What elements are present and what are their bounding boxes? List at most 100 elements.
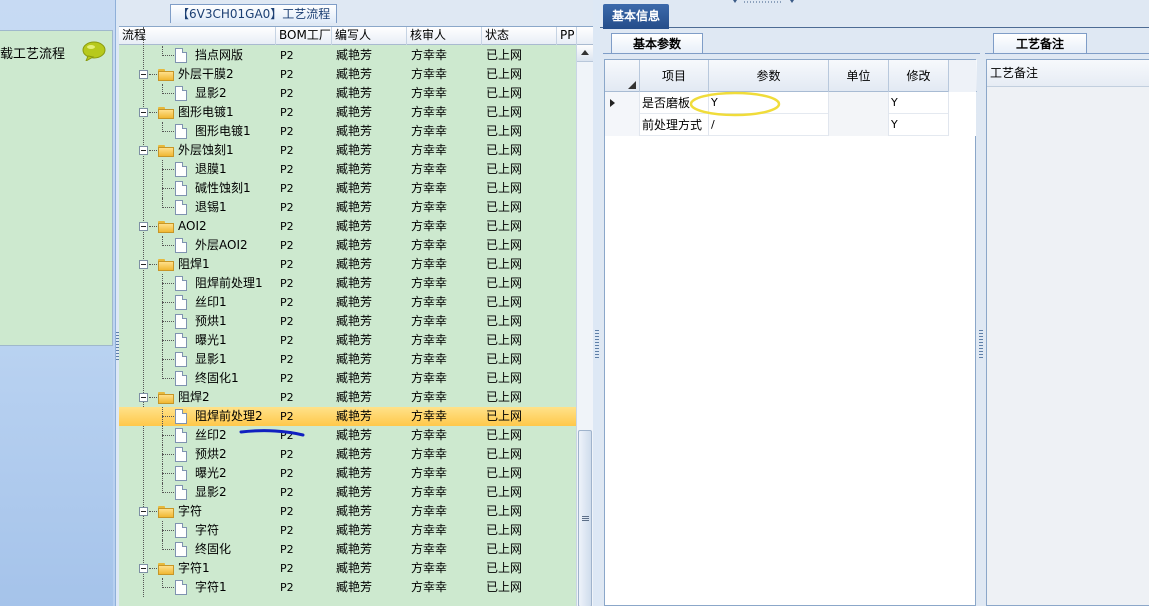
tree-row[interactable]: 终固化1 P2 臧艳芳 方幸幸 已上网: [119, 369, 576, 388]
collapse-toggle-icon[interactable]: [139, 393, 148, 402]
column-header-item[interactable]: 项目: [640, 60, 709, 92]
process-notes-box[interactable]: 工艺备注: [986, 59, 1149, 606]
column-header-pp[interactable]: PP: [557, 27, 577, 45]
tree-row[interactable]: 预烘1 P2 臧艳芳 方幸幸 已上网: [119, 312, 576, 331]
tree-row[interactable]: 曝光2 P2 臧艳芳 方幸幸 已上网: [119, 464, 576, 483]
params-row[interactable]: 前处理方式 / Y: [605, 114, 977, 136]
tree-row[interactable]: 阻焊1 P2 臧艳芳 方幸幸 已上网: [119, 255, 576, 274]
tree-node[interactable]: 退锡1: [119, 198, 276, 217]
tree-row[interactable]: 图形电镀1 P2 臧艳芳 方幸幸 已上网: [119, 122, 576, 141]
tab-process-notes[interactable]: 工艺备注: [993, 33, 1087, 54]
column-header-writer[interactable]: 编写人: [332, 27, 407, 45]
tree-node[interactable]: 曝光1: [119, 331, 276, 350]
tree-node[interactable]: 阻焊1: [119, 255, 276, 274]
tree-node[interactable]: 字符1: [119, 578, 276, 597]
tree-node[interactable]: 预烘1: [119, 312, 276, 331]
column-header-modify[interactable]: 修改: [889, 60, 949, 92]
tree-node[interactable]: 碱性蚀刻1: [119, 179, 276, 198]
tree-node[interactable]: 外层AOI2: [119, 236, 276, 255]
column-header-bom[interactable]: BOM工厂: [276, 27, 332, 45]
tree-row[interactable]: 外层AOI2 P2 臧艳芳 方幸幸 已上网: [119, 236, 576, 255]
tree-row[interactable]: 外层蚀刻1 P2 臧艳芳 方幸幸 已上网: [119, 141, 576, 160]
tree-row[interactable]: 显影2 P2 臧艳芳 方幸幸 已上网: [119, 84, 576, 103]
row-selector[interactable]: [605, 114, 640, 136]
params-row[interactable]: 是否磨板 Y Y: [605, 92, 977, 114]
tree-row[interactable]: 字符1 P2 臧艳芳 方幸幸 已上网: [119, 559, 576, 578]
collapse-toggle-icon[interactable]: [139, 70, 148, 79]
row-selector[interactable]: [605, 92, 640, 114]
tree-node[interactable]: 外层干膜2: [119, 65, 276, 84]
tree-node[interactable]: 预烘2: [119, 445, 276, 464]
top-collapse-grip-icon[interactable]: [732, 0, 798, 4]
column-header-param[interactable]: 参数: [709, 60, 829, 92]
collapse-toggle-icon[interactable]: [139, 222, 148, 231]
splitter-handle-right[interactable]: [979, 330, 983, 360]
collapse-toggle-icon[interactable]: [139, 260, 148, 269]
tree-row[interactable]: 阻焊2 P2 臧艳芳 方幸幸 已上网: [119, 388, 576, 407]
tree-vertical-scrollbar[interactable]: [576, 45, 593, 606]
tree-row[interactable]: 挡点网版 P2 臧艳芳 方幸幸 已上网: [119, 46, 576, 65]
tree-row[interactable]: 字符 P2 臧艳芳 方幸幸 已上网: [119, 521, 576, 540]
tree-row[interactable]: 阻焊前处理2 P2 臧艳芳 方幸幸 已上网: [119, 407, 576, 426]
tree-node[interactable]: 外层蚀刻1: [119, 141, 276, 160]
tree-node[interactable]: 显影2: [119, 84, 276, 103]
tree-row[interactable]: 预烘2 P2 臧艳芳 方幸幸 已上网: [119, 445, 576, 464]
tree-row[interactable]: 碱性蚀刻1 P2 臧艳芳 方幸幸 已上网: [119, 179, 576, 198]
tree-row[interactable]: 图形电镀1 P2 臧艳芳 方幸幸 已上网: [119, 103, 576, 122]
tree-node[interactable]: 曝光2: [119, 464, 276, 483]
tree-row[interactable]: 字符 P2 臧艳芳 方幸幸 已上网: [119, 502, 576, 521]
tree-node[interactable]: 终固化: [119, 540, 276, 559]
tree-row[interactable]: 丝印2 P2 臧艳芳 方幸幸 已上网: [119, 426, 576, 445]
collapse-toggle-icon[interactable]: [139, 146, 148, 155]
param-modify-cell[interactable]: Y: [889, 114, 949, 136]
tree-node[interactable]: 图形电镀1: [119, 122, 276, 141]
scroll-up-arrow-icon[interactable]: [577, 45, 593, 62]
load-process-link[interactable]: 载工艺流程: [0, 43, 65, 62]
tree-row[interactable]: 显影1 P2 臧艳芳 方幸幸 已上网: [119, 350, 576, 369]
scrollbar-thumb[interactable]: [578, 430, 592, 606]
column-header-status[interactable]: 状态: [482, 27, 557, 45]
tree-node[interactable]: 阻焊2: [119, 388, 276, 407]
speech-bubble-icon[interactable]: [82, 41, 106, 61]
param-unit-cell[interactable]: [829, 92, 889, 114]
tab-basic-info[interactable]: 基本信息: [603, 4, 669, 29]
collapse-toggle-icon[interactable]: [139, 564, 148, 573]
param-unit-cell[interactable]: [829, 114, 889, 136]
collapse-toggle-icon[interactable]: [139, 507, 148, 516]
tree-node[interactable]: 字符1: [119, 559, 276, 578]
tab-basic-params[interactable]: 基本参数: [611, 33, 703, 54]
tree-row[interactable]: 显影2 P2 臧艳芳 方幸幸 已上网: [119, 483, 576, 502]
tree-node[interactable]: 图形电镀1: [119, 103, 276, 122]
param-modify-cell[interactable]: Y: [889, 92, 949, 114]
bom-cell: P2: [280, 467, 294, 480]
tree-row[interactable]: AOI2 P2 臧艳芳 方幸幸 已上网: [119, 217, 576, 236]
tree-row[interactable]: 字符1 P2 臧艳芳 方幸幸 已上网: [119, 578, 576, 597]
tree-node[interactable]: 显影2: [119, 483, 276, 502]
tree-row[interactable]: 退锡1 P2 臧艳芳 方幸幸 已上网: [119, 198, 576, 217]
tree-row[interactable]: 终固化 P2 臧艳芳 方幸幸 已上网: [119, 540, 576, 559]
splitter-handle-middle[interactable]: [595, 330, 599, 360]
tree-node[interactable]: 丝印1: [119, 293, 276, 312]
tree-node[interactable]: 阻焊前处理1: [119, 274, 276, 293]
tree-node[interactable]: AOI2: [119, 217, 276, 236]
tree-connector: [162, 245, 174, 246]
tree-row[interactable]: 曝光1 P2 臧艳芳 方幸幸 已上网: [119, 331, 576, 350]
tree-node[interactable]: 阻焊前处理2: [119, 407, 276, 426]
column-header-unit[interactable]: 单位: [829, 60, 889, 92]
tree-row[interactable]: 退膜1 P2 臧艳芳 方幸幸 已上网: [119, 160, 576, 179]
tree-node[interactable]: 字符: [119, 502, 276, 521]
tree-row[interactable]: 丝印1 P2 臧艳芳 方幸幸 已上网: [119, 293, 576, 312]
column-header-reviewer[interactable]: 核审人: [407, 27, 482, 45]
process-tree-grid: 流程 BOM工厂 编写人 核审人 状态 PP 挡点网版 P2 臧艳芳 方幸幸 已上网 外层…: [119, 26, 593, 606]
writer-cell: 臧艳芳: [336, 504, 373, 518]
collapse-toggle-icon[interactable]: [139, 108, 148, 117]
tree-node[interactable]: 终固化1: [119, 369, 276, 388]
reviewer-cell: 方幸幸: [411, 219, 448, 233]
tree-row[interactable]: 外层干膜2 P2 臧艳芳 方幸幸 已上网: [119, 65, 576, 84]
tree-node[interactable]: 字符: [119, 521, 276, 540]
tree-row[interactable]: 阻焊前处理1 P2 臧艳芳 方幸幸 已上网: [119, 274, 576, 293]
tree-node[interactable]: 挡点网版: [119, 46, 276, 65]
tree-node[interactable]: 退膜1: [119, 160, 276, 179]
tree-node[interactable]: 显影1: [119, 350, 276, 369]
select-all-corner[interactable]: [605, 60, 640, 92]
